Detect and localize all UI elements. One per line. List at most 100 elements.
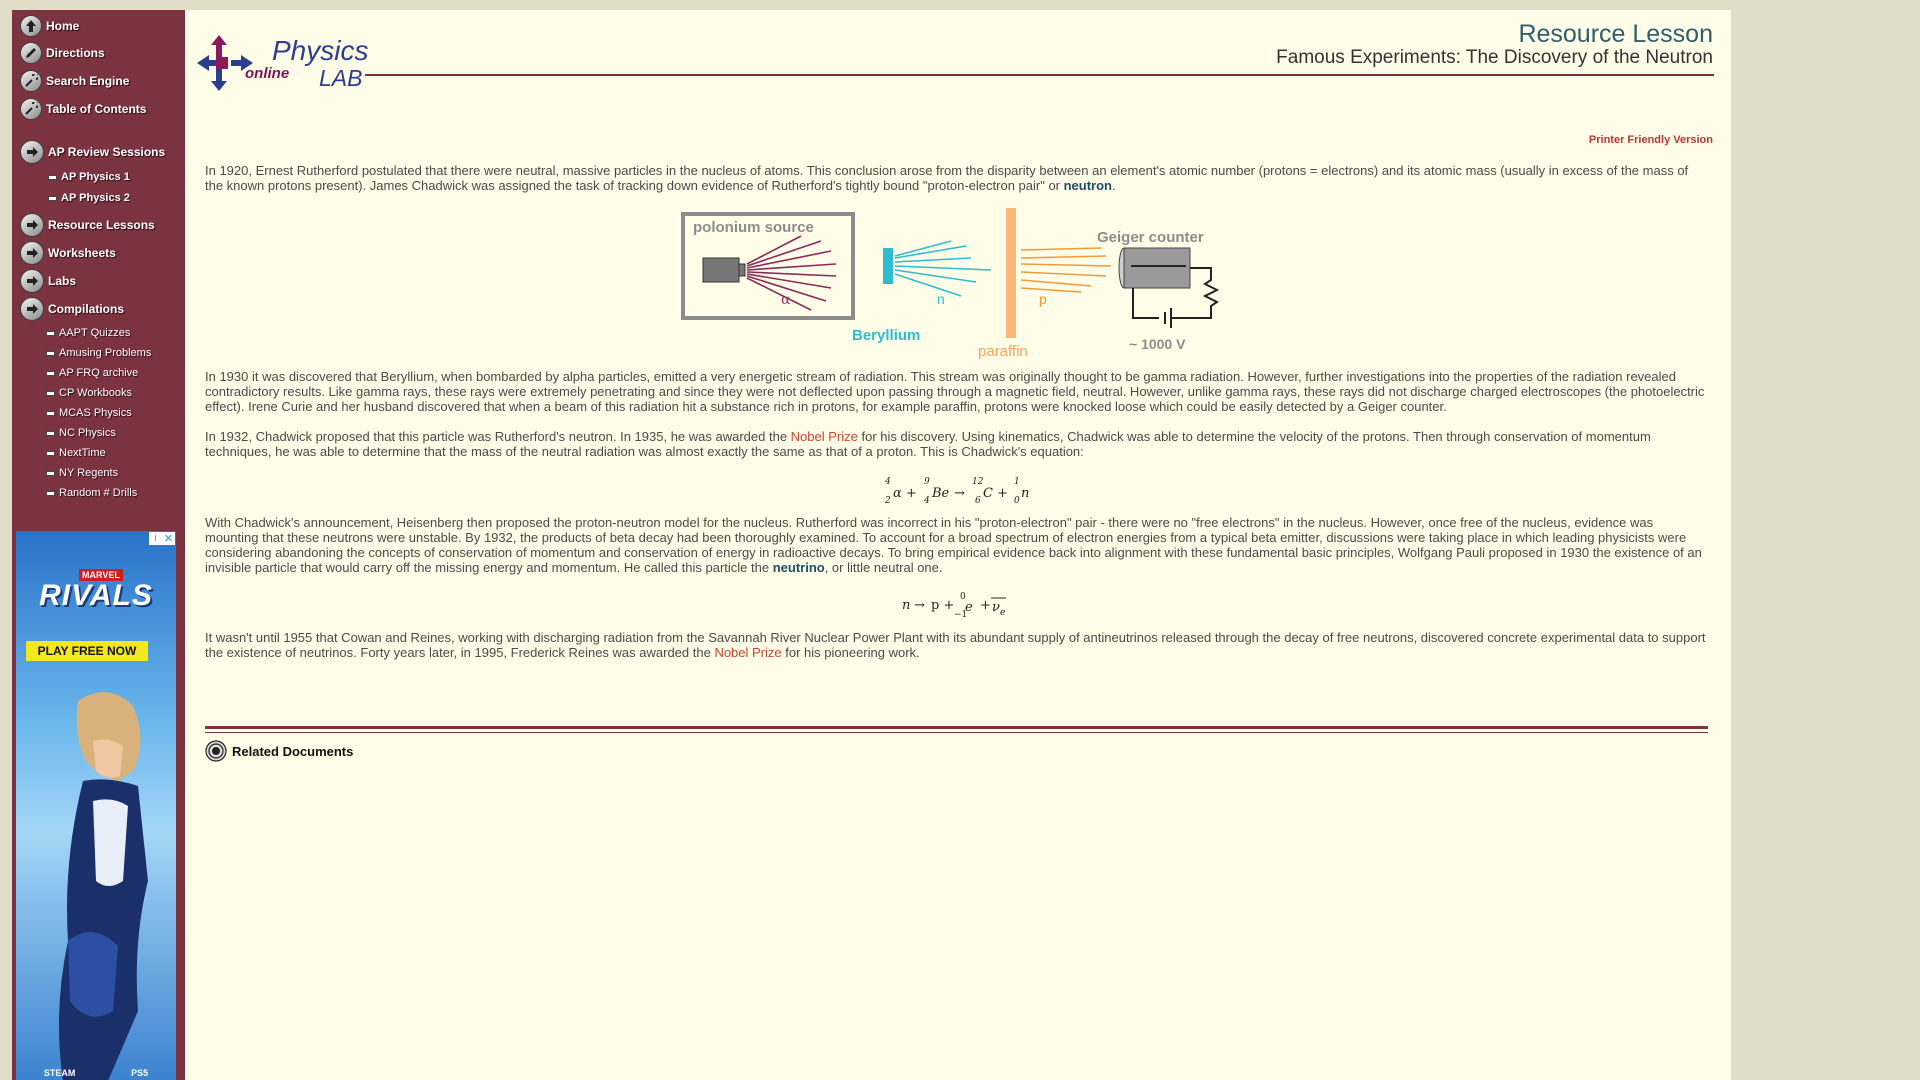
logo-lab: LAB: [319, 65, 363, 91]
svg-text:0: 0: [1014, 496, 1020, 506]
up-arrow-icon: [20, 15, 42, 37]
sub-ap-physics-1-label: AP Physics 1: [61, 171, 130, 183]
compass-arrows-icon: [197, 35, 253, 91]
dash-icon: [46, 450, 55, 456]
nav-worksheets[interactable]: Worksheets: [20, 241, 116, 265]
paragraph-1: In 1920, Ernest Rutherford postulated th…: [205, 163, 1708, 193]
nobel-prize-link[interactable]: Nobel Prize: [791, 429, 858, 444]
dash-icon: [46, 470, 55, 476]
beta-decay-equation: n → p + 0−1e + νe: [902, 592, 1006, 620]
nav-resource-lessons-label: Resource Lessons: [48, 218, 155, 232]
advertisement[interactable]: i ✕ MARVEL RIVALS PLAY FREE NOW STEAM PS…: [16, 531, 176, 1080]
nav-table-of-contents[interactable]: Table of Contents: [20, 98, 146, 120]
ad-platforms: STEAM PS5: [16, 1066, 176, 1080]
sub-ap-physics-2-label: AP Physics 2: [61, 192, 130, 204]
proton-label: p: [1039, 291, 1047, 307]
footer-divider-thin: [205, 732, 1708, 733]
nav-search-engine-label: Search Engine: [46, 74, 130, 88]
sub-nexttime[interactable]: NextTime: [46, 447, 106, 459]
paragraph-4-text: With Chadwick's announcement, Heisenberg…: [205, 515, 1702, 575]
nav-home[interactable]: Home: [20, 15, 79, 37]
svg-text:α +: α +: [893, 486, 917, 501]
nav-resource-lessons[interactable]: Resource Lessons: [20, 213, 155, 237]
polonium-source: [702, 257, 740, 283]
dash-icon: [46, 370, 55, 376]
paragraph-3: In 1932, Chadwick proposed that this par…: [205, 429, 1708, 459]
svg-text:n: n: [1021, 486, 1029, 501]
svg-text:e: e: [1000, 608, 1005, 618]
paraffin-block: [1006, 208, 1016, 338]
neutrino-keyword: neutrino: [772, 560, 825, 575]
sub-aapt-quizzes-label: AAPT Quizzes: [59, 327, 131, 339]
dash-icon: [46, 390, 55, 396]
logo-online: online: [245, 65, 290, 82]
sub-ap-physics-2[interactable]: AP Physics 2: [48, 192, 130, 204]
svg-text:C +: C +: [983, 486, 1008, 501]
right-arrow-icon: [20, 269, 44, 293]
sub-mcas-physics[interactable]: MCAS Physics: [46, 407, 132, 419]
footer-divider: [205, 726, 1708, 729]
sub-random-drills-label: Random # Drills: [59, 487, 138, 499]
right-arrow-icon: [20, 140, 44, 164]
paragraph-4: With Chadwick's announcement, Heisenberg…: [205, 515, 1708, 575]
neutron-keyword: neutron: [1063, 178, 1112, 193]
svg-text:→: →: [954, 486, 965, 501]
paragraph-2: In 1930 it was discovered that Beryllium…: [205, 369, 1705, 414]
nav-ap-review[interactable]: AP Review Sessions: [20, 140, 165, 164]
chadwick-equation: 42 α + 94 Be → 126 C + 10 n: [885, 477, 1029, 506]
paragraph-5-end: for his pioneering work.: [781, 645, 920, 660]
sub-aapt-quizzes[interactable]: AAPT Quizzes: [46, 327, 130, 339]
paragraph-4-end: , or little neutral one.: [824, 560, 943, 575]
dash-icon: [48, 195, 57, 201]
nav-compilations[interactable]: Compilations: [20, 297, 124, 321]
source-nozzle: [738, 263, 746, 277]
printer-friendly-link[interactable]: Printer Friendly Version: [1589, 134, 1713, 146]
header-divider: [365, 74, 1714, 76]
nav-directions[interactable]: Directions: [20, 42, 105, 64]
svg-text:+: +: [980, 598, 991, 613]
sub-ap-physics-1[interactable]: AP Physics 1: [48, 171, 130, 183]
adchoices-icon[interactable]: i: [149, 532, 162, 545]
wrench-icon: [20, 70, 42, 92]
close-icon[interactable]: ✕: [162, 532, 175, 545]
sub-amusing-problems[interactable]: Amusing Problems: [46, 347, 151, 359]
sub-nc-physics-label: NC Physics: [59, 427, 116, 439]
nav-directions-label: Directions: [46, 46, 105, 60]
nav-search-engine[interactable]: Search Engine: [20, 70, 129, 92]
sub-cp-workbooks[interactable]: CP Workbooks: [46, 387, 132, 399]
physics-lab-logo[interactable]: Physics online LAB: [195, 25, 368, 95]
svg-text:p +: p +: [931, 598, 954, 613]
dash-icon: [46, 350, 55, 356]
proton-rays: [1020, 247, 1112, 293]
related-documents-link[interactable]: Related Documents: [205, 740, 353, 762]
sub-nc-physics[interactable]: NC Physics: [46, 427, 116, 439]
beryllium-label: Beryllium: [852, 327, 920, 344]
dash-icon: [46, 430, 55, 436]
paragraph-5-text: It wasn't until 1955 that Cowan and Rein…: [205, 630, 1706, 660]
sub-random-drills[interactable]: Random # Drills: [46, 487, 137, 499]
sub-cp-workbooks-label: CP Workbooks: [59, 387, 132, 399]
nav-ap-review-label: AP Review Sessions: [48, 145, 166, 159]
svg-text:2: 2: [885, 496, 891, 506]
nav-labs[interactable]: Labs: [20, 269, 76, 293]
sub-ny-regents[interactable]: NY Regents: [46, 467, 118, 479]
geiger-tube: [1123, 247, 1191, 289]
svg-text:ν: ν: [992, 600, 1000, 615]
svg-text:n: n: [902, 598, 910, 613]
paragraph-1-text: In 1920, Ernest Rutherford postulated th…: [205, 163, 1689, 193]
beryllium-target: [883, 248, 893, 284]
nobel-prize-link[interactable]: Nobel Prize: [714, 645, 781, 660]
right-arrow-icon: [20, 241, 44, 265]
svg-text:6: 6: [975, 496, 981, 506]
paragraph-3-text: In 1932, Chadwick proposed that this par…: [205, 429, 791, 444]
alpha-rays: [746, 235, 837, 311]
nav-labs-label: Labs: [48, 274, 77, 288]
sub-amusing-problems-label: Amusing Problems: [59, 347, 152, 359]
paragraph-5: It wasn't until 1955 that Cowan and Rein…: [205, 630, 1708, 660]
right-arrow-icon: [20, 297, 44, 321]
voltage-label: ~ 1000 V: [1129, 336, 1186, 352]
ad-cta-button[interactable]: PLAY FREE NOW: [26, 641, 148, 661]
nav-home-label: Home: [46, 19, 80, 33]
sub-ap-frq-archive[interactable]: AP FRQ archive: [46, 367, 138, 379]
main-content: Physics online LAB Resource Lesson Famou…: [185, 10, 1731, 1080]
